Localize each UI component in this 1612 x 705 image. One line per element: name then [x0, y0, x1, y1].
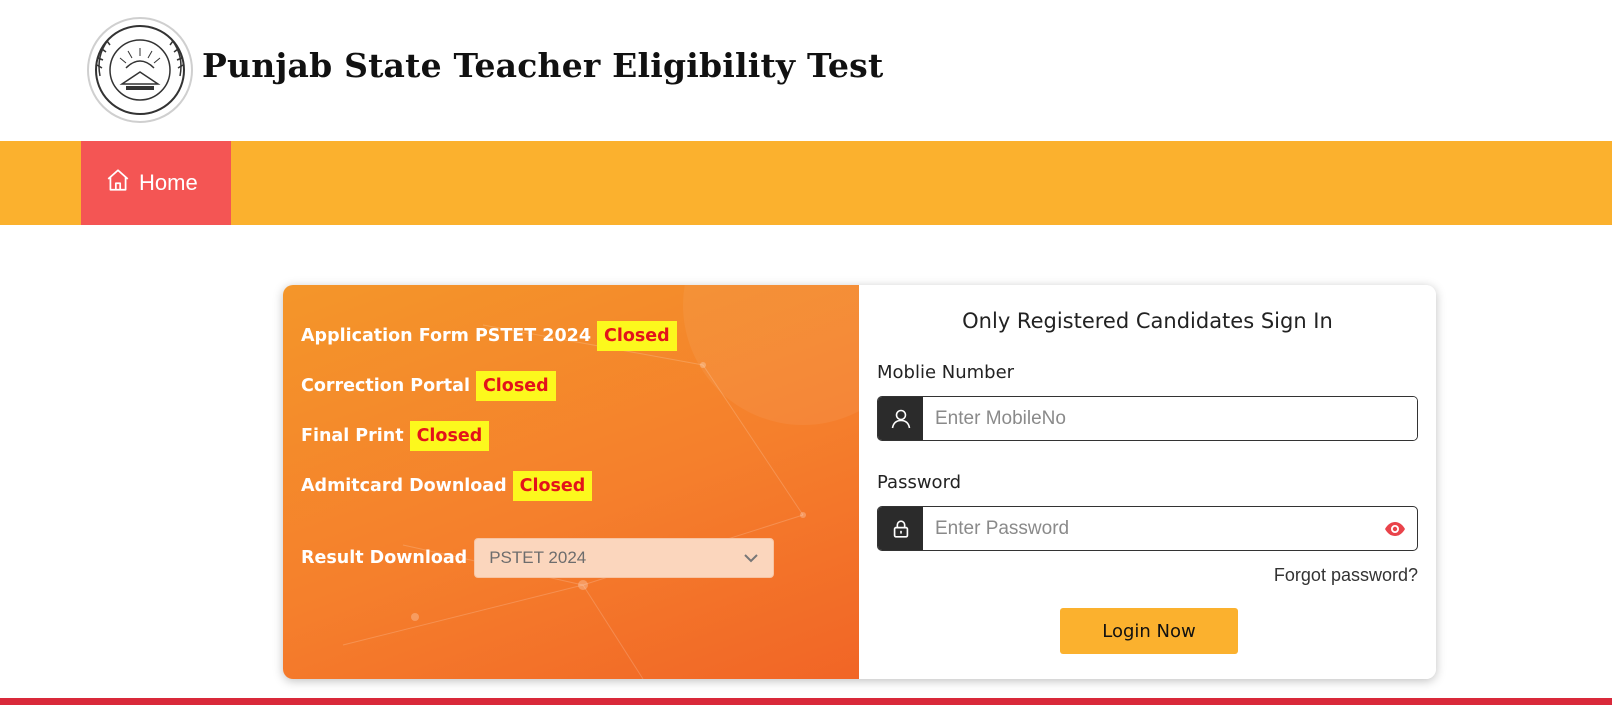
mobile-label: Moblie Number [877, 362, 1015, 383]
status-badge: Closed [475, 371, 556, 401]
login-card: Application Form PSTET 2024 Closed Corre… [283, 285, 1436, 679]
status-label: Application Form PSTET 2024 [301, 326, 591, 346]
home-icon [105, 167, 139, 199]
signin-title: Only Registered Candidates Sign In [962, 309, 1333, 333]
status-row-final-print: Final Print Closed [301, 421, 490, 451]
mobile-input-group [877, 396, 1418, 441]
forgot-password-link[interactable]: Forgot password? [1274, 565, 1418, 586]
eye-icon[interactable] [1373, 507, 1417, 550]
status-row-application: Application Form PSTET 2024 Closed [301, 321, 677, 351]
signin-panel: Only Registered Candidates Sign In Mobli… [859, 285, 1436, 679]
status-badge: Closed [597, 321, 677, 351]
status-label: Correction Portal [301, 376, 470, 396]
status-row-correction: Correction Portal Closed [301, 371, 556, 401]
footer-divider [0, 698, 1612, 705]
page-title: Punjab State Teacher Eligibility Test [202, 46, 884, 85]
login-button[interactable]: Login Now [1060, 608, 1238, 654]
status-badge: Closed [512, 471, 593, 501]
password-label: Password [877, 472, 962, 493]
nav-home-label: Home [139, 170, 198, 195]
result-select-value: PSTET 2024 [489, 548, 587, 567]
site-header: Punjab State Teacher Eligibility Test [0, 0, 1612, 141]
status-badge: Closed [409, 421, 490, 451]
user-icon [878, 397, 923, 440]
chevron-down-icon [743, 548, 759, 568]
main-navbar: Home [0, 141, 1612, 225]
status-label: Admitcard Download [301, 476, 507, 496]
status-label: Final Print [301, 426, 404, 446]
mobile-input[interactable] [923, 397, 1417, 440]
result-label: Result Download [301, 548, 468, 568]
result-select[interactable]: PSTET 2024 [474, 538, 775, 578]
status-row-admitcard: Admitcard Download Closed [301, 471, 593, 501]
password-input[interactable] [923, 507, 1373, 550]
psseb-emblem-icon [86, 16, 194, 124]
password-input-group [877, 506, 1418, 551]
nav-home-link[interactable]: Home [81, 141, 231, 225]
lock-icon [878, 507, 923, 550]
status-panel: Application Form PSTET 2024 Closed Corre… [283, 285, 859, 679]
status-row-result: Result Download PSTET 2024 [301, 538, 775, 578]
